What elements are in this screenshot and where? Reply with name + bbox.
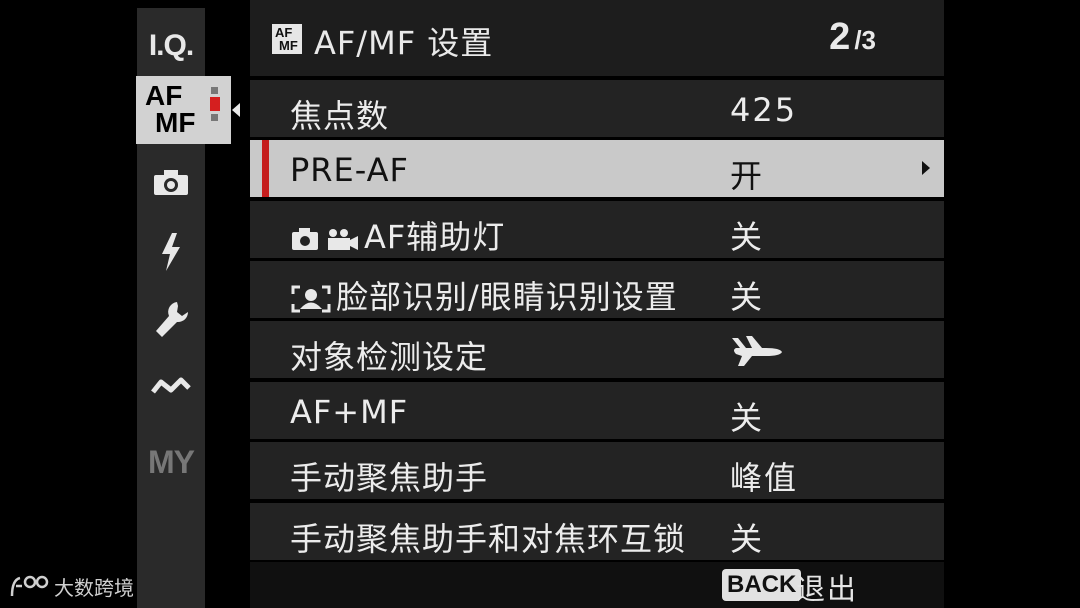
sidebar-item-label: I.Q.	[148, 29, 194, 62]
menu-item-mf-assist-ring-lock[interactable]: 手动聚焦助手和对焦环互锁 关	[250, 503, 944, 560]
watermark: 大数跨境	[8, 572, 134, 601]
page-title: AF/MF 设置	[314, 24, 494, 62]
af-mf-tab-label: AF MF	[145, 80, 196, 138]
page-dots	[210, 87, 220, 124]
menu-item-face-eye-detection[interactable]: 脸部识别/眼睛识别设置 关	[250, 261, 944, 318]
menu-item-focus-points[interactable]: 焦点数 425	[250, 80, 944, 137]
sidebar-item-image-quality[interactable]: I.Q.	[137, 26, 205, 66]
menu-item-label: AF辅助灯	[364, 218, 506, 256]
page-indicator: 2/3	[829, 16, 876, 59]
menu-item-label: 手动聚焦助手和对焦环互锁	[290, 520, 687, 558]
menu-item-mf-assist[interactable]: 手动聚焦助手 峰值	[250, 442, 944, 499]
sidebar-item-my-menu[interactable]: MY	[137, 440, 205, 484]
sidebar-item-flash[interactable]	[137, 230, 205, 274]
back-button[interactable]: BACK	[722, 569, 802, 601]
camera-menu-screen: I.Q. AF MF MY AF MF AF/MF 设置 2 /3 焦点数 42…	[0, 0, 1080, 608]
sidebar-item-shooting[interactable]	[137, 162, 205, 202]
sidebar-item-label: MY	[148, 443, 195, 480]
menu-item-value: 关	[730, 399, 765, 437]
menu-item-value: 关	[730, 520, 765, 558]
menu-item-value-wrap	[730, 332, 784, 376]
page-dot-active	[210, 97, 220, 111]
menu-item-value: 关	[730, 278, 765, 316]
menu-category-sidebar: I.Q. AF MF MY	[136, 8, 240, 608]
page-total: /3	[854, 25, 876, 55]
menu-footer: BACK 退出	[250, 562, 944, 608]
menu-item-label: 对象检测设定	[290, 338, 489, 376]
menu-item-subject-detection[interactable]: 对象检测设定	[250, 321, 944, 378]
menu-item-label-wrap: 脸部识别/眼睛识别设置	[290, 272, 678, 318]
back-label: 退出	[796, 572, 859, 606]
af-mf-icon: AF MF	[272, 24, 302, 54]
camera-movie-icon	[292, 228, 358, 250]
flash-icon	[162, 233, 180, 271]
page-dot	[211, 114, 218, 121]
page-dot	[211, 87, 218, 94]
af-line: AF	[145, 80, 183, 111]
menu-item-value: 425	[730, 91, 798, 129]
menu-item-label-wrap: AF辅助灯	[290, 212, 505, 258]
menu-item-af-illuminator[interactable]: AF辅助灯 关	[250, 201, 944, 258]
watermark-text: 大数跨境	[54, 576, 134, 600]
connection-icon	[151, 377, 191, 394]
face-detect-icon	[291, 285, 331, 313]
watermark-logo-icon	[10, 575, 49, 596]
mf-line: MF	[155, 107, 196, 138]
icon-line: MF	[279, 38, 298, 53]
menu-item-label: 焦点数	[290, 97, 390, 135]
airplane-icon	[732, 336, 782, 366]
menu-item-pre-af[interactable]: PRE-AF 开	[250, 140, 944, 197]
selection-marker	[262, 140, 269, 197]
chevron-right-icon	[922, 161, 930, 175]
menu-panel: AF MF AF/MF 设置 2/3 焦点数 425 PRE-AF 开 AF辅助…	[250, 0, 944, 608]
menu-item-value: 开	[730, 157, 765, 195]
menu-item-label: 脸部识别/眼睛识别设置	[336, 278, 678, 316]
menu-item-label: 手动聚焦助手	[290, 459, 489, 497]
menu-item-value: 关	[730, 218, 765, 256]
menu-header: AF MF AF/MF 设置 2/3	[250, 0, 944, 76]
menu-item-value: 峰值	[730, 459, 799, 497]
sidebar-item-setup[interactable]	[137, 296, 205, 344]
menu-item-af-mf[interactable]: AF+MF 关	[250, 382, 944, 439]
active-tab-pointer-icon	[232, 103, 240, 117]
wrench-icon	[156, 302, 189, 337]
page-current: 2	[829, 16, 851, 58]
menu-item-label: AF+MF	[290, 393, 409, 431]
sidebar-item-af-mf[interactable]: AF MF	[136, 76, 240, 144]
camera-icon	[154, 170, 188, 195]
menu-item-label: PRE-AF	[290, 151, 409, 189]
sidebar-item-connection[interactable]	[137, 366, 205, 406]
